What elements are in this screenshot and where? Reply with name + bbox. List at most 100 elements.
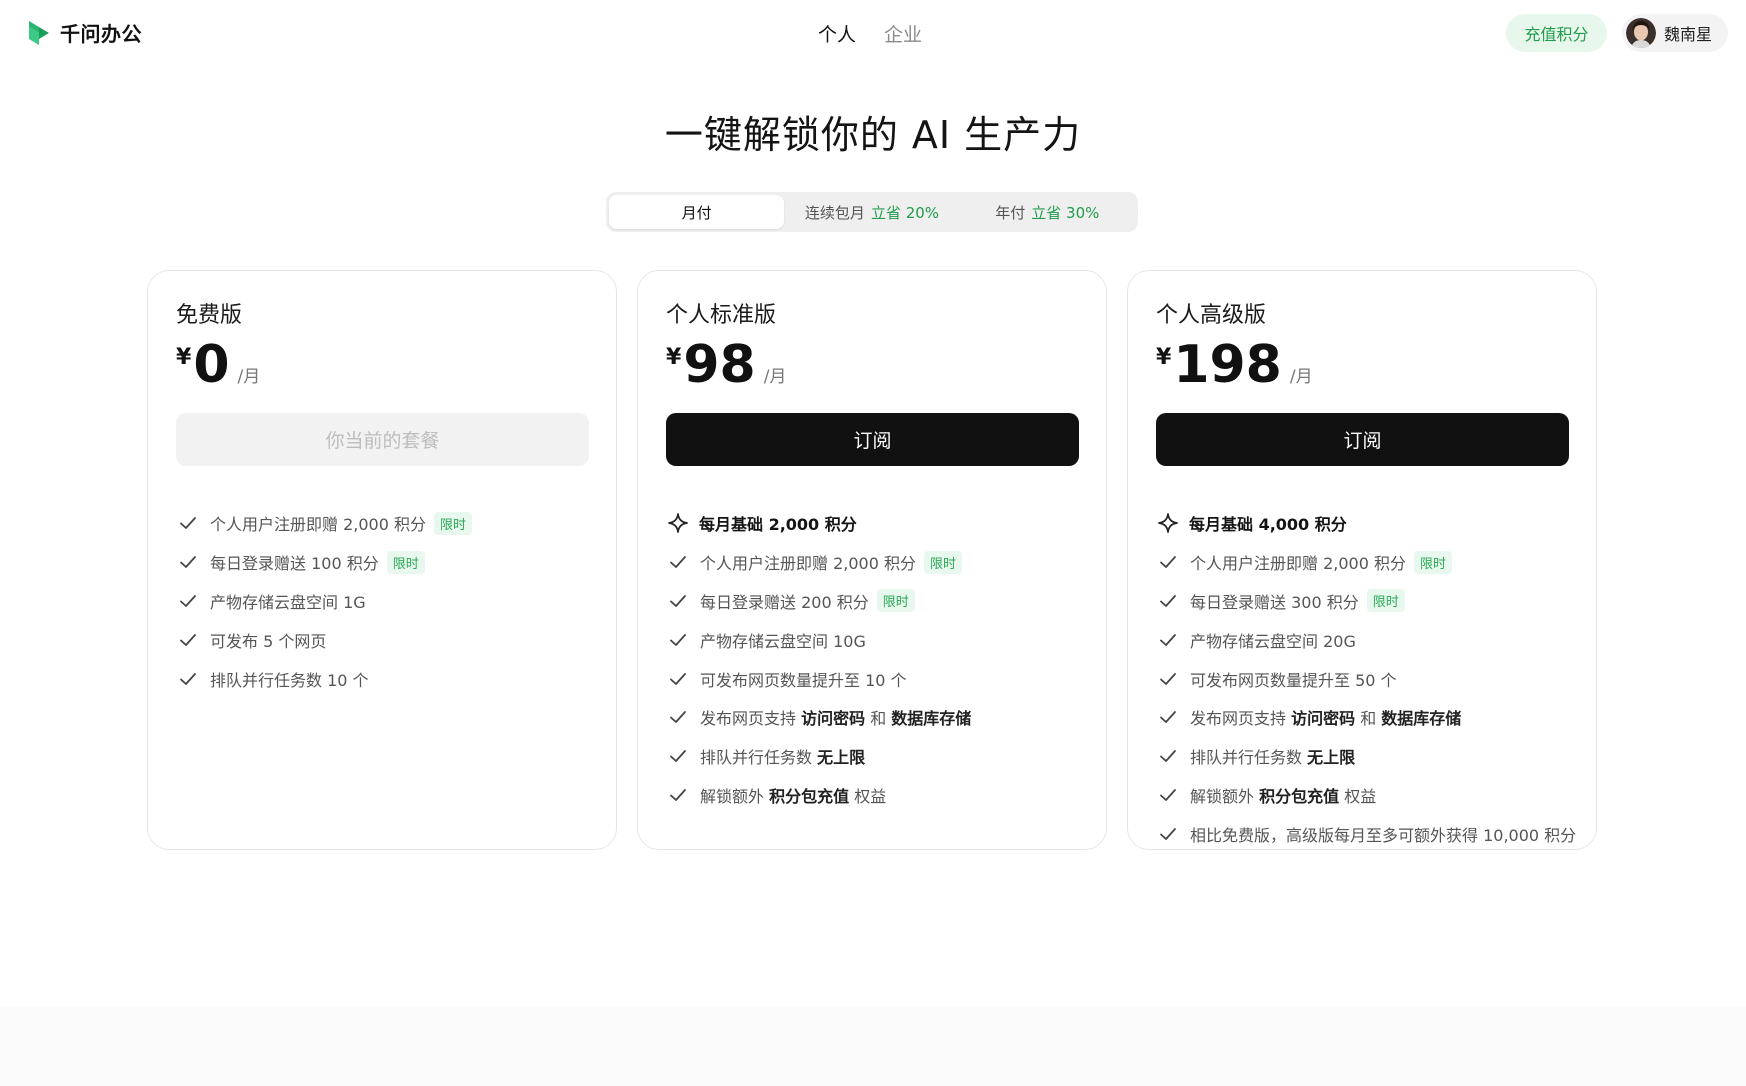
feature-text-part: 每日登录赠送 200 积分 bbox=[700, 592, 869, 612]
billing-option-monthly[interactable]: 月付 bbox=[609, 195, 785, 229]
user-name: 魏南星 bbox=[1664, 25, 1713, 44]
top-bar: 千问办公 个人 企业 充值积分 魏南星 bbox=[0, 0, 1746, 66]
check-icon bbox=[1160, 711, 1176, 724]
feature-text: 发布网页支持 访问密码 和 数据库存储 bbox=[700, 705, 971, 729]
feature-text-emphasis: 数据库存储 bbox=[891, 709, 972, 729]
check-icon bbox=[670, 633, 686, 646]
user-menu[interactable]: 魏南星 bbox=[1622, 14, 1728, 52]
feature-text: 发布网页支持 访问密码 和 数据库存储 bbox=[1190, 705, 1461, 729]
limited-time-badge: 限时 bbox=[1413, 550, 1452, 574]
billing-option-auto-renew[interactable]: 连续包月 立省 20% bbox=[784, 195, 959, 229]
check-icon bbox=[1160, 750, 1176, 763]
check-icon bbox=[670, 711, 686, 724]
feature-text-part: 权益 bbox=[849, 786, 887, 806]
plan-price: ¥ 98 /月 bbox=[666, 336, 787, 394]
check-icon bbox=[180, 517, 196, 530]
feature-item: 排队并行任务数 10 个 bbox=[178, 659, 616, 698]
plan-name: 个人高级版 bbox=[1156, 303, 1267, 328]
feature-item: 产物存储云盘空间 20G bbox=[1158, 620, 1596, 659]
brand-logo[interactable]: 千问办公 bbox=[26, 18, 142, 47]
price-unit: /月 bbox=[763, 367, 787, 387]
feature-item: 可发布 5 个网页 bbox=[178, 620, 616, 659]
subscribe-button[interactable]: 订阅 bbox=[1156, 413, 1569, 466]
check-icon bbox=[180, 556, 196, 569]
feature-text-emphasis: 无上限 bbox=[1307, 748, 1356, 768]
feature-text: 排队并行任务数 无上限 bbox=[700, 744, 865, 768]
nav-tab-enterprise[interactable]: 企业 bbox=[884, 20, 922, 47]
feature-text-part: 解锁额外 bbox=[1190, 786, 1260, 806]
feature-text: 可发布网页数量提升至 50 个 bbox=[1190, 667, 1397, 691]
qianwen-logo-icon bbox=[29, 20, 49, 45]
check-icon bbox=[1160, 827, 1176, 840]
feature-text-part: 个人用户注册即赠 2,000 积分 bbox=[1190, 554, 1406, 574]
feature-item: 个人用户注册即赠 2,000 积分 限时 bbox=[1158, 543, 1596, 582]
feature-text-emphasis: 无上限 bbox=[817, 748, 866, 768]
feature-text: 每月基础 2,000 积分 bbox=[699, 515, 857, 535]
feature-text-part: 每日登录赠送 100 积分 bbox=[210, 554, 379, 574]
feature-text: 每日登录赠送 100 积分 bbox=[210, 550, 379, 574]
plan-card-free: 免费版 ¥ 0 /月 你当前的套餐 个人用户注册即赠 2,000 积分 限时 每日登… bbox=[147, 270, 617, 850]
feature-text-part: 可发布 5 个网页 bbox=[210, 631, 327, 651]
feature-text: 可发布 5 个网页 bbox=[210, 628, 326, 652]
feature-text: 产物存储云盘空间 20G bbox=[1190, 628, 1356, 652]
check-icon bbox=[1160, 633, 1176, 646]
feature-item: 可发布网页数量提升至 50 个 bbox=[1158, 659, 1596, 698]
currency-symbol: ¥ bbox=[666, 345, 682, 370]
check-icon bbox=[670, 556, 686, 569]
feature-item: 解锁额外 积分包充值 权益 bbox=[1158, 776, 1596, 815]
check-icon bbox=[1160, 556, 1176, 569]
savings-badge: 立省 30% bbox=[1031, 203, 1100, 222]
feature-item: 解锁额外 积分包充值 权益 bbox=[668, 776, 1106, 815]
check-icon bbox=[1160, 672, 1176, 685]
feature-text-emphasis: 数据库存储 bbox=[1381, 709, 1462, 729]
billing-option-label: 连续包月 bbox=[804, 203, 865, 222]
feature-text-emphasis: 访问密码 bbox=[801, 709, 866, 729]
feature-item: 个人用户注册即赠 2,000 积分 限时 bbox=[668, 543, 1106, 582]
feature-item-base-points: 每月基础 2,000 积分 bbox=[668, 504, 1106, 543]
feature-text-part: 相比免费版，高级版每月至多可额外获得 10,000 积分 bbox=[1190, 825, 1577, 845]
feature-text-part: 和 bbox=[865, 709, 892, 729]
limited-time-badge: 限时 bbox=[1366, 589, 1405, 613]
current-plan-button: 你当前的套餐 bbox=[176, 413, 589, 466]
billing-option-yearly[interactable]: 年付 立省 30% bbox=[960, 195, 1135, 229]
plan-card-standard: 个人标准版 ¥ 98 /月 订阅 每月基础 2,000 积分个人用户注册即赠 2… bbox=[637, 270, 1107, 850]
recharge-points-button[interactable]: 充值积分 bbox=[1506, 14, 1607, 52]
billing-cycle-toggle: 月付 连续包月 立省 20% 年付 立省 30% bbox=[606, 192, 1138, 232]
feature-text-part: 个人用户注册即赠 2,000 积分 bbox=[700, 554, 916, 574]
check-icon bbox=[180, 672, 196, 685]
sparkle-icon bbox=[668, 513, 688, 534]
billing-option-label: 年付 bbox=[995, 203, 1026, 222]
feature-text-part: 可发布网页数量提升至 50 个 bbox=[1190, 670, 1397, 690]
feature-item: 排队并行任务数 无上限 bbox=[668, 737, 1106, 776]
feature-item: 排队并行任务数 无上限 bbox=[1158, 737, 1596, 776]
check-icon bbox=[670, 672, 686, 685]
check-icon bbox=[670, 789, 686, 801]
feature-item: 产物存储云盘空间 1G bbox=[178, 582, 616, 621]
feature-list: 每月基础 2,000 积分个人用户注册即赠 2,000 积分 限时每日登录赠送 2… bbox=[668, 504, 1106, 814]
feature-text: 每月基础 4,000 积分 bbox=[1189, 515, 1347, 535]
feature-item: 个人用户注册即赠 2,000 积分 限时 bbox=[178, 504, 616, 543]
billing-option-label: 月付 bbox=[681, 203, 712, 222]
feature-list: 每月基础 4,000 积分 个人用户注册即赠 2,000 积分 限时 每日登录赠送 3… bbox=[1158, 504, 1596, 853]
nav-tab-personal[interactable]: 个人 bbox=[818, 20, 856, 47]
check-icon bbox=[670, 595, 686, 607]
feature-text: 排队并行任务数 无上限 bbox=[1190, 744, 1355, 768]
user-avatar bbox=[1626, 18, 1656, 48]
price-unit: /月 bbox=[1289, 367, 1313, 387]
feature-text-part: 每日登录赠送 300 积分 bbox=[1190, 592, 1359, 612]
feature-text-part: 发布网页支持 bbox=[700, 709, 802, 729]
plan-name: 免费版 bbox=[176, 303, 243, 328]
feature-text-part: 产物存储云盘空间 10G bbox=[700, 631, 866, 651]
feature-text: 个人用户注册即赠 2,000 积分 bbox=[700, 550, 916, 574]
check-icon bbox=[1160, 595, 1176, 607]
subscribe-button[interactable]: 订阅 bbox=[666, 413, 1079, 466]
feature-text-part: 产物存储云盘空间 20G bbox=[1190, 631, 1356, 651]
check-icon bbox=[180, 633, 196, 646]
page-title: 一键解锁你的 AI 生产力 bbox=[664, 113, 1082, 157]
feature-text: 产物存储云盘空间 1G bbox=[210, 589, 366, 613]
feature-text-part: 和 bbox=[1355, 709, 1382, 729]
plan-name: 个人标准版 bbox=[666, 303, 777, 328]
plan-card-premium: 个人高级版 ¥ 198 /月 订阅 每月基础 4,000 积分 个人用户注册即赠 … bbox=[1127, 270, 1597, 850]
page-footer-area bbox=[0, 1006, 1746, 1086]
feature-item: 相比免费版，高级版每月至多可额外获得 10,000 积分 bbox=[1158, 814, 1596, 853]
